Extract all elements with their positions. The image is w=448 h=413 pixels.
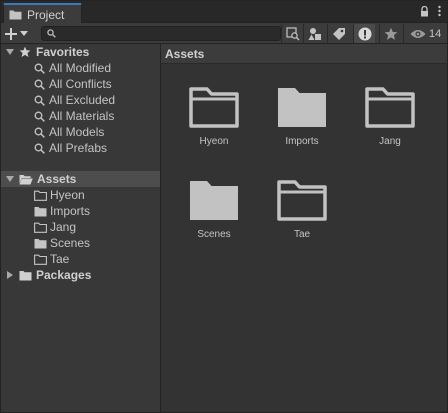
search-by-type-button[interactable] [281,24,303,43]
favorites-header[interactable]: Favorites [1,44,160,60]
eye-icon [410,29,426,38]
asset-folder[interactable]: Imports [258,86,346,166]
favorites-label: Favorites [36,45,90,59]
expand-arrow-icon[interactable] [6,175,14,183]
hidden-count: 14 [429,27,442,40]
favorite-item-label: All Materials [49,109,115,123]
asset-label: Hyeon [199,136,229,147]
favorite-item-label: All Modified [49,61,112,75]
toolbar: 14 [1,23,447,44]
folder-label: Tae [50,252,70,266]
favorite-button[interactable] [379,24,401,43]
expand-arrow-icon[interactable] [6,48,14,56]
folder-label: Hyeon [50,188,85,202]
favorite-item[interactable]: All Prefabs [1,140,160,156]
asset-label: Scenes [197,229,231,240]
folder-outline-icon [365,87,415,128]
hidden-packages-toggle[interactable]: 14 [403,24,445,43]
star-icon [384,27,397,40]
asset-grid: Assets Hyeon Imports Jang Scenes Tae [161,44,447,412]
folder-outline-icon [34,190,47,201]
tab-actions [420,5,441,17]
favorite-item-label: All Prefabs [49,141,108,155]
folder-label: Jang [50,220,77,234]
favorite-item[interactable]: All Materials [1,108,160,124]
asset-folder[interactable]: Jang [346,86,434,166]
folder-icon [9,10,22,20]
asset-folder[interactable]: Tae [258,179,346,259]
asset-label: Jang [379,136,401,147]
search-icon [34,79,45,90]
search-icon [34,95,45,106]
favorite-item-label: All Excluded [49,93,116,107]
more-options-icon[interactable] [438,5,441,17]
favorite-item-label: All Conflicts [49,77,112,91]
scene-search-icon [285,26,299,40]
filter-by-label-button[interactable] [327,24,349,43]
warning-icon [358,27,371,40]
folder-tree: Favorites All Modified All Conflicts All… [1,44,160,412]
folder-outline-icon [34,254,47,265]
favorite-item-label: All Models [49,125,105,139]
asset-folder[interactable]: Scenes [170,179,258,259]
asset-label: Tae [293,229,311,240]
folder-icon [190,181,238,220]
collapse-arrow-icon[interactable] [6,271,14,279]
plus-icon [5,27,17,40]
search-icon [34,63,45,74]
search-icon [47,29,56,38]
tree-item-folder[interactable]: Imports [1,203,160,219]
search-icon [34,127,45,138]
folder-icon [278,88,326,127]
favorite-item[interactable]: All Modified [1,60,160,76]
breadcrumb: Assets [161,44,447,64]
filter-by-type-button[interactable] [303,24,325,43]
folder-open-icon [19,174,33,184]
folder-label: Scenes [50,236,91,250]
search-icon [34,143,45,154]
log-types-button[interactable] [353,24,375,43]
tree-item-packages[interactable]: Packages [1,267,160,283]
tab-label: Project [27,7,65,22]
search-input[interactable] [58,27,278,40]
folder-icon [19,270,32,280]
create-button[interactable] [5,25,35,42]
favorite-item[interactable]: All Conflicts [1,76,160,92]
project-window: Project 14 Favorites All Modified All Co… [0,0,448,413]
breadcrumb-assets[interactable]: Assets [165,47,204,61]
tag-icon [332,27,345,40]
search-field[interactable] [41,26,281,41]
favorite-item[interactable]: All Excluded [1,92,160,108]
folder-label: Imports [50,204,91,218]
lock-icon[interactable] [420,5,429,17]
asset-label: Imports [285,136,319,147]
tab-strip: Project [1,1,447,24]
folder-outline-icon [189,87,239,128]
tree-item-folder[interactable]: Tae [1,251,160,267]
tree-item-assets[interactable]: Assets [1,171,160,187]
tree-item-folder[interactable]: Scenes [1,235,160,251]
shapes-icon [308,27,321,40]
folder-outline-icon [277,180,327,221]
favorite-item[interactable]: All Models [1,124,160,140]
packages-label: Packages [36,268,92,282]
folder-icon [34,206,47,216]
tree-item-folder[interactable]: Hyeon [1,187,160,203]
tree-item-folder[interactable]: Jang [1,219,160,235]
chevron-down-icon [20,30,28,36]
tab-project[interactable]: Project [3,3,82,24]
search-icon [34,111,45,122]
assets-label: Assets [37,172,77,186]
star-icon [19,46,31,57]
folder-icon [34,238,47,248]
folder-outline-icon [34,222,47,233]
asset-folder[interactable]: Hyeon [170,86,258,166]
